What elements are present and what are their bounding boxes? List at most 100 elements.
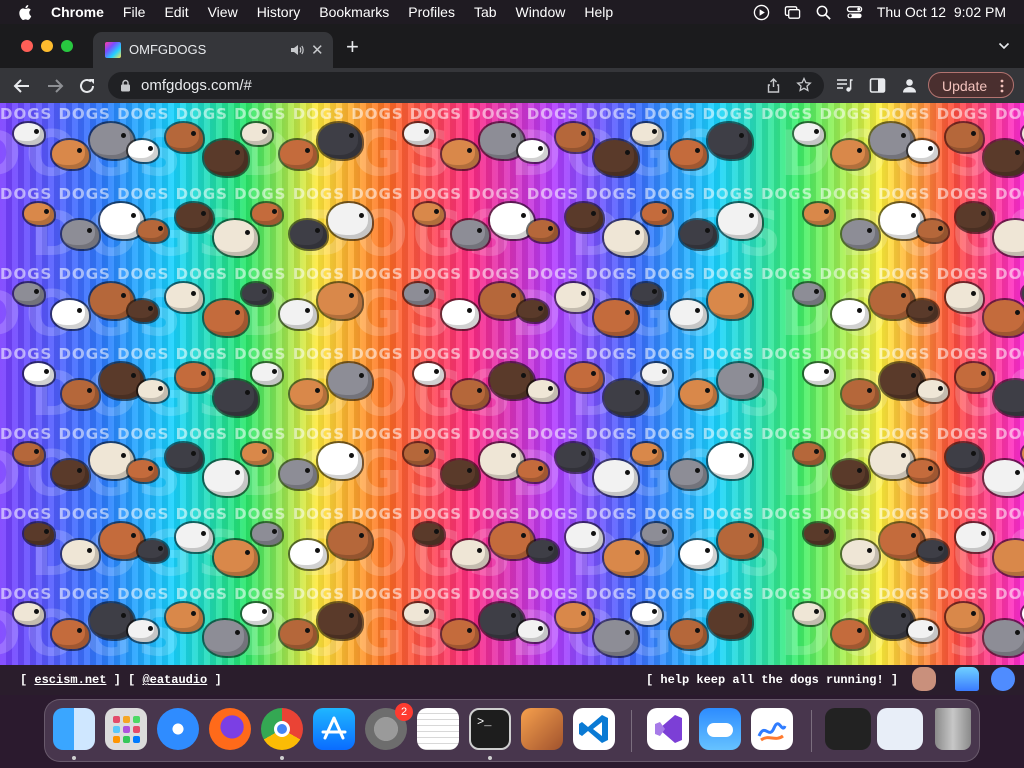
menu-history[interactable]: History	[257, 4, 301, 20]
address-bar[interactable]: omfgdogs.com/#	[108, 72, 824, 99]
dock-garageband-icon[interactable]	[521, 708, 563, 750]
forward-arrow-icon[interactable]	[44, 75, 66, 97]
chevron-down-icon[interactable]	[998, 40, 1010, 52]
close-tab-icon[interactable]: ✕	[311, 41, 324, 59]
dog-sprite	[290, 540, 327, 569]
apple-logo-icon[interactable]	[17, 3, 35, 21]
dog-sprite	[90, 123, 134, 159]
dock-system-settings-icon[interactable]: 2	[365, 703, 413, 750]
dog-sprite	[870, 283, 914, 319]
menubar-clock[interactable]: Thu Oct 12 9:02 PM	[877, 4, 1006, 20]
chrome-toolbar: omfgdogs.com/# Update	[0, 68, 1024, 103]
dock-textedit-icon[interactable]	[417, 708, 459, 750]
dock-visual-studio-icon[interactable]	[647, 708, 689, 750]
dog-sprite	[414, 363, 444, 385]
macos-menu-bar: Chrome File Edit View History Bookmarks …	[0, 0, 1024, 24]
dock-terminal-icon[interactable]: >_	[469, 708, 511, 750]
dog-sprite	[794, 283, 824, 305]
dog-sprite	[480, 443, 524, 479]
dock-weather-icon[interactable]	[699, 708, 741, 750]
dock-safari-icon[interactable]	[157, 708, 199, 750]
play-circle-icon[interactable]	[753, 4, 770, 21]
dog-sprite	[166, 443, 203, 472]
dock-finder-icon[interactable]	[53, 708, 95, 750]
search-icon[interactable]	[815, 4, 832, 21]
dog-sprite	[984, 460, 1024, 496]
zoom-window-button[interactable]	[61, 40, 73, 52]
dock-app-store-icon[interactable]	[313, 708, 355, 750]
dog-sprite	[442, 620, 479, 649]
dog-sprite	[528, 220, 558, 242]
menu-view[interactable]: View	[208, 4, 238, 20]
dog-sprite	[984, 140, 1024, 176]
dog-sprite	[880, 363, 924, 399]
share-icon[interactable]	[766, 78, 781, 93]
menu-bookmarks[interactable]: Bookmarks	[319, 4, 389, 20]
menu-tab[interactable]: Tab	[474, 4, 497, 20]
dock-launchpad-icon[interactable]	[105, 708, 147, 750]
dog-sprite	[794, 603, 824, 625]
dog-sprite	[14, 443, 44, 465]
dock-screenshot-thumbnail-1[interactable]	[825, 708, 871, 750]
dog-sprite-icon	[912, 667, 936, 691]
bookmark-star-icon[interactable]	[796, 77, 812, 93]
dog-sprite	[138, 540, 168, 562]
dog-sprite	[166, 123, 203, 152]
profile-avatar-icon[interactable]	[901, 77, 918, 94]
menu-edit[interactable]: Edit	[164, 4, 188, 20]
dog-sprite	[176, 523, 213, 552]
dog-sprite	[252, 363, 282, 385]
dog-sprite	[670, 140, 707, 169]
dog-sprite	[832, 620, 869, 649]
dog-sprite	[670, 460, 707, 489]
dog-sprite	[708, 283, 752, 319]
dog-sprite	[946, 283, 983, 312]
speaker-audio-icon[interactable]	[290, 43, 304, 57]
dock-screenshot-thumbnail-2[interactable]	[877, 708, 923, 750]
menu-app-chrome[interactable]: Chrome	[51, 4, 104, 20]
dog-sprite	[518, 140, 548, 162]
dog-sprite	[480, 283, 524, 319]
dog-sprite	[718, 363, 762, 399]
link-eataudio[interactable]: @eataudio	[142, 673, 207, 687]
dog-sprite	[556, 603, 593, 632]
dog-sprite	[414, 203, 444, 225]
control-center-icon[interactable]	[846, 4, 863, 21]
media-queue-icon[interactable]	[836, 77, 853, 94]
dog-sprite	[328, 523, 372, 559]
dock-firefox-icon[interactable]	[209, 708, 251, 750]
side-panel-icon[interactable]	[869, 77, 886, 94]
dock-trash-icon[interactable]	[935, 708, 971, 750]
menu-file[interactable]: File	[123, 4, 146, 20]
link-escism[interactable]: escism.net	[34, 673, 106, 687]
dog-sprite	[414, 523, 444, 545]
reload-icon[interactable]	[76, 75, 98, 97]
dog-sprite	[632, 603, 662, 625]
minimize-window-button[interactable]	[41, 40, 53, 52]
lock-icon[interactable]	[120, 79, 131, 92]
menu-profiles[interactable]: Profiles	[408, 4, 455, 20]
tab-omfgdogs[interactable]: OMFGDOGS ✕	[93, 32, 333, 68]
menu-window[interactable]: Window	[516, 4, 566, 20]
dog-sprite	[204, 460, 248, 496]
dock-chrome-icon[interactable]	[261, 708, 303, 750]
dog-sprite	[176, 203, 213, 232]
new-tab-button[interactable]: +	[346, 36, 359, 58]
dog-sprite	[328, 363, 372, 399]
screen-mirroring-icon[interactable]	[784, 4, 801, 21]
dog-sprite	[328, 203, 372, 239]
dog-sprite	[442, 460, 479, 489]
back-arrow-icon[interactable]	[11, 75, 33, 97]
dock-vscode-icon[interactable]	[573, 708, 615, 750]
dog-sprite	[24, 203, 54, 225]
close-window-button[interactable]	[21, 40, 33, 52]
menu-help[interactable]: Help	[584, 4, 613, 20]
more-vertical-icon[interactable]	[1000, 79, 1004, 93]
dog-sprite	[404, 443, 434, 465]
update-button[interactable]: Update	[928, 72, 1014, 98]
dog-sprite	[480, 603, 524, 639]
dock-freeform-icon[interactable]	[751, 708, 793, 750]
dog-sprite	[870, 123, 914, 159]
tab-favicon-icon	[105, 42, 121, 58]
dog-sprite	[90, 283, 134, 319]
